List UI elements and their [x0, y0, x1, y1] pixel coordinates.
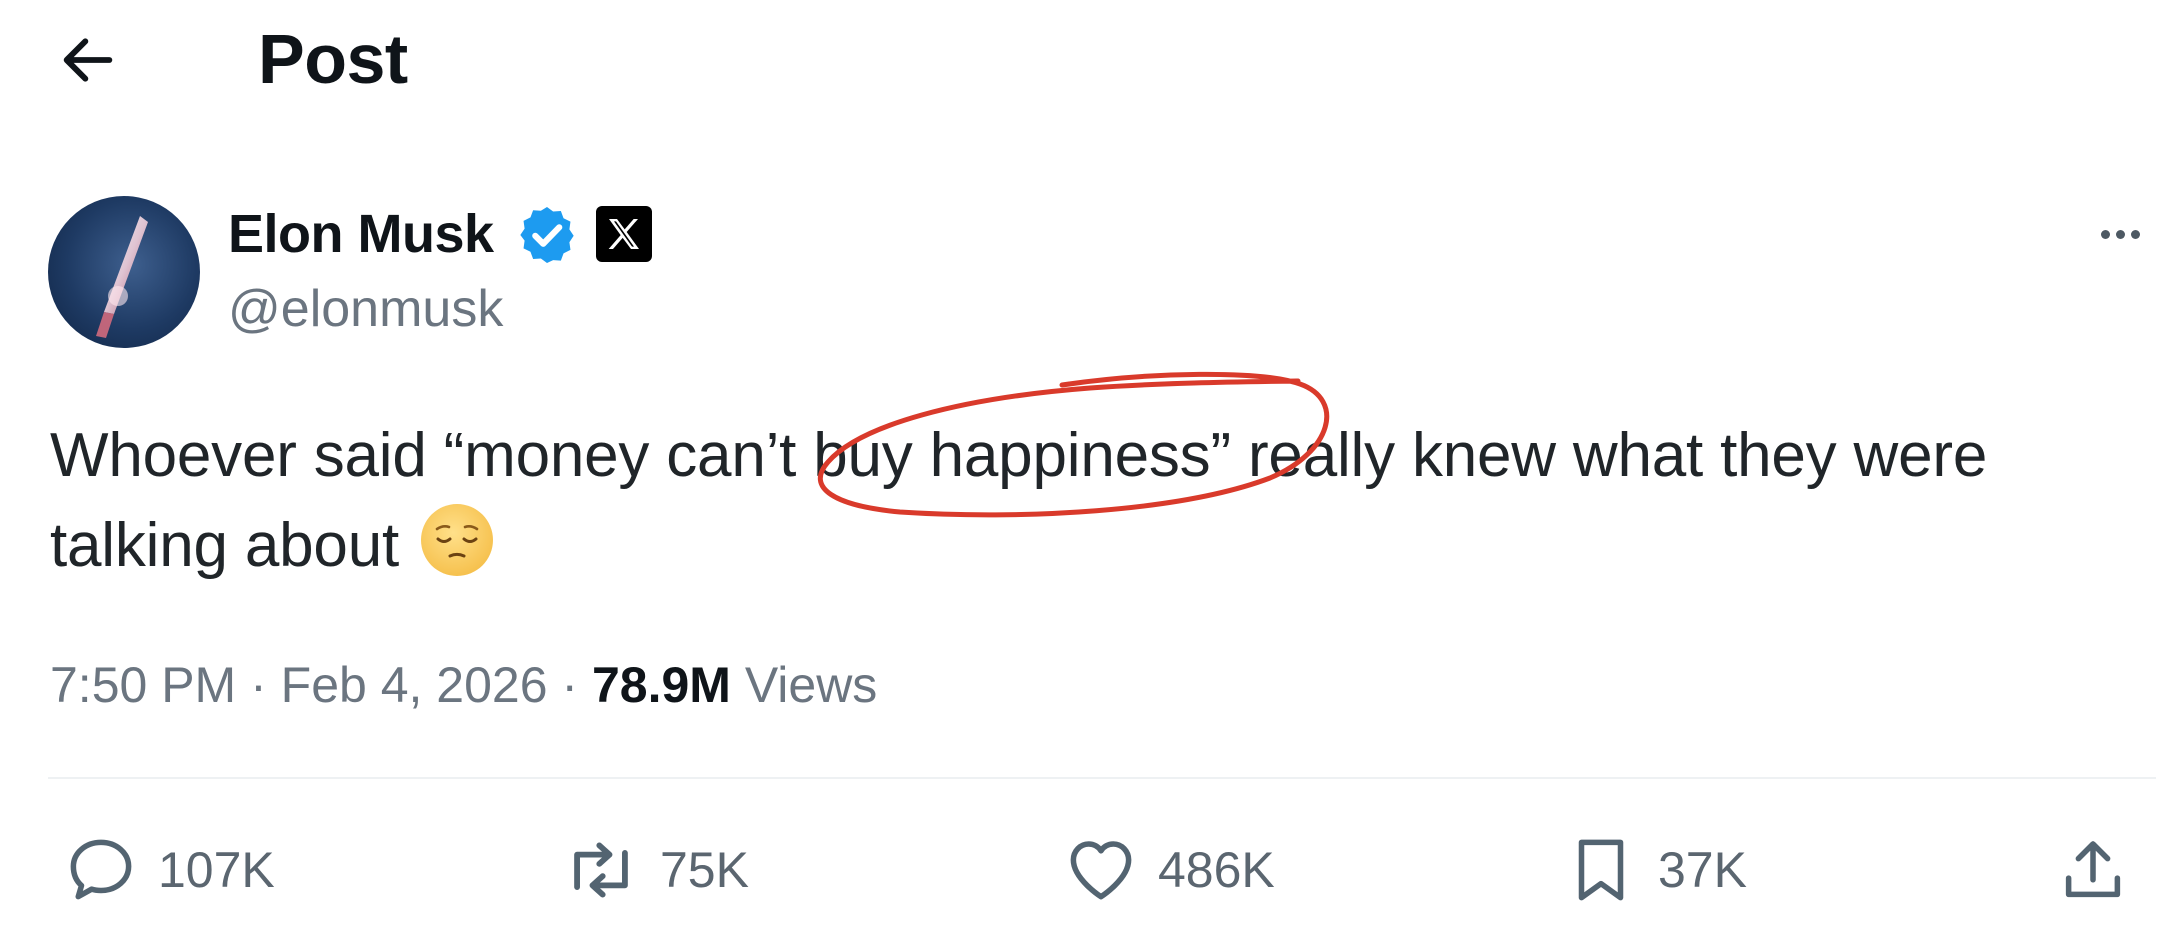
post-text: Whoever said “money can’t buy happiness”…	[50, 412, 2140, 590]
pensive-face-emoji-icon	[417, 500, 497, 580]
views-label: Views	[730, 657, 878, 713]
share-button[interactable]	[2054, 820, 2132, 920]
reply-count: 107K	[158, 842, 275, 898]
reply-icon	[70, 839, 132, 900]
post-line-2: talking about	[50, 500, 2140, 590]
repost-icon	[574, 842, 628, 898]
bookmark-button[interactable]: 37K	[1562, 820, 1747, 920]
author-name[interactable]: Elon Musk	[228, 200, 494, 268]
bookmark-count: 37K	[1658, 842, 1747, 898]
heart-icon	[1070, 841, 1132, 900]
author-handle[interactable]: @elonmusk	[228, 276, 503, 342]
post-time[interactable]: 7:50 PM	[50, 657, 236, 713]
like-count: 486K	[1158, 842, 1275, 898]
highlighted-phrase: buy happiness”	[813, 421, 1231, 490]
divider	[48, 777, 2156, 779]
like-button[interactable]: 486K	[1062, 820, 1275, 920]
arrow-left-icon	[63, 38, 113, 82]
post-meta: 7:50 PM · Feb 4, 2026 · 78.9M Views	[50, 657, 878, 713]
repost-count: 75K	[660, 842, 749, 898]
x-logo-icon	[596, 206, 652, 262]
repost-button[interactable]: 75K	[560, 820, 749, 920]
verified-badge-icon	[515, 203, 579, 267]
views-count: 78.9M	[591, 657, 731, 713]
reply-button[interactable]: 107K	[62, 820, 275, 920]
post-line-1: Whoever said “money can’t buy happiness”…	[50, 421, 1988, 490]
post-date[interactable]: Feb 4, 2026	[281, 657, 548, 713]
page-title: Post	[258, 20, 408, 98]
share-upload-icon	[2065, 841, 2121, 898]
bookmark-icon	[1578, 839, 1624, 901]
back-button[interactable]	[48, 20, 128, 100]
more-dots-icon	[2100, 229, 2110, 239]
more-options-button[interactable]	[2085, 210, 2155, 258]
avatar[interactable]	[48, 196, 200, 348]
